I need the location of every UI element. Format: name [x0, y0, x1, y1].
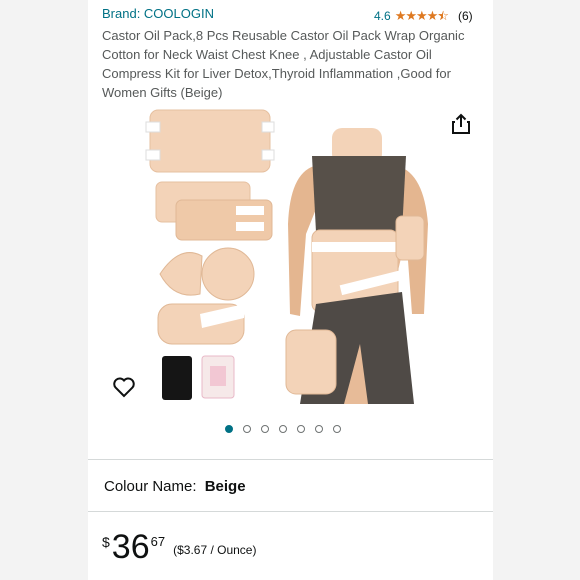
price-whole: 36 — [111, 528, 150, 566]
colour-value: Beige — [204, 478, 246, 495]
price: $ 36 67 ($3.67 / Ounce) — [102, 528, 256, 566]
share-icon[interactable] — [450, 113, 472, 135]
colour-selection: Colour Name: Beige — [104, 478, 246, 495]
carousel-dot[interactable] — [279, 425, 287, 433]
divider — [88, 511, 493, 512]
price-per-unit: ($3.67 / Ounce) — [173, 543, 257, 557]
divider — [88, 459, 493, 460]
rating-summary[interactable]: 4.6 ★★★★☆★ (6) — [374, 8, 473, 24]
carousel-dot[interactable] — [297, 425, 305, 433]
carousel-dot[interactable] — [243, 425, 251, 433]
product-image[interactable] — [140, 104, 440, 404]
star-icon: ★★★★☆★ — [394, 8, 449, 23]
carousel-dot[interactable] — [315, 425, 323, 433]
heart-icon[interactable] — [112, 376, 136, 398]
product-title: Castor Oil Pack,8 Pcs Reusable Castor Oi… — [102, 28, 465, 100]
price-symbol: $ — [102, 534, 110, 550]
chest-pack-image — [145, 109, 275, 173]
brand-link[interactable]: Brand: COOLOGIN — [102, 6, 214, 21]
neck-strap-image — [157, 303, 245, 345]
carousel-dot[interactable] — [225, 425, 233, 433]
price-fraction: 67 — [150, 534, 166, 549]
colour-label: Colour Name: — [104, 478, 197, 495]
rating-count: (6) — [457, 9, 473, 23]
carousel-dot[interactable] — [333, 425, 341, 433]
rating-value: 4.6 — [374, 9, 391, 23]
carousel-dot[interactable] — [261, 425, 269, 433]
image-carousel-dots — [225, 425, 341, 433]
